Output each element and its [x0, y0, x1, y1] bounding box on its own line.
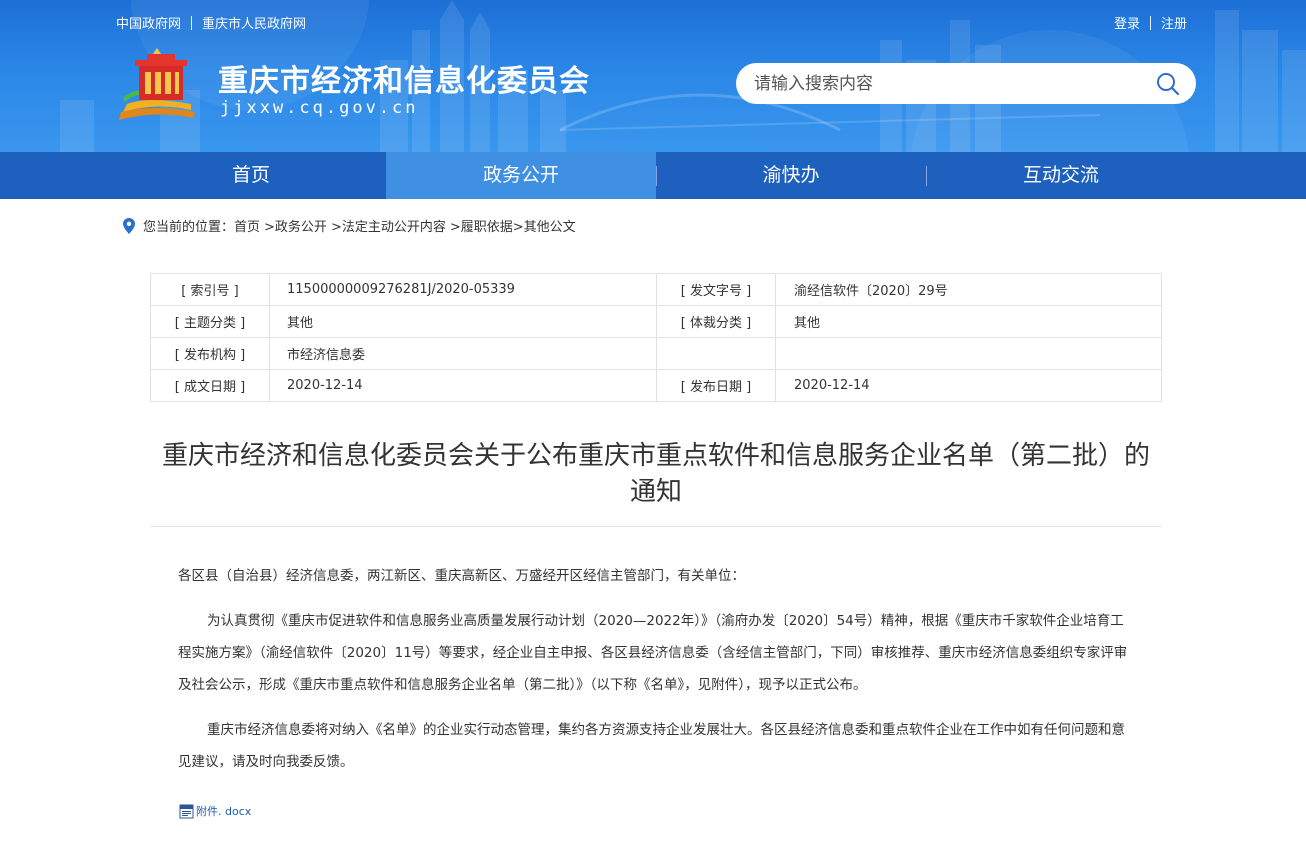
title-divider — [150, 526, 1162, 527]
table-row: [ 主题分类 ] 其他 [ 体裁分类 ] 其他 — [150, 305, 1162, 338]
site-logo[interactable] — [117, 46, 201, 120]
meta-value: 其他 — [269, 305, 657, 338]
breadcrumb-other-documents[interactable]: >其他公文 — [513, 216, 576, 235]
nav-item-home[interactable]: 首页 — [116, 152, 386, 199]
meta-value: 11500000009276281J/2020-05339 — [269, 273, 657, 306]
top-links: 中国政府网 重庆市人民政府网 — [116, 13, 306, 32]
search-input[interactable] — [754, 63, 1144, 104]
user-links: 登录 注册 — [1114, 13, 1187, 32]
site-header: 中国政府网 重庆市人民政府网 登录 注册 重庆市经济和信息化委员会 jjxxw.… — [0, 0, 1306, 152]
breadcrumb-prefix: 您当前的位置： — [143, 220, 235, 235]
document-title-line: 重庆市经济和信息化委员会关于公布重庆市重点软件和信息服务企业名单（第二批）的 — [161, 441, 1150, 471]
meta-label: [ 体裁分类 ] — [656, 305, 776, 338]
main-nav: 首页 政务公开 渝快办 互动交流 — [0, 152, 1306, 199]
meta-label: [ 发布机构 ] — [150, 337, 270, 370]
meta-value: 市经济信息委 — [269, 337, 657, 370]
nav-item-government-affairs[interactable]: 政务公开 — [386, 152, 656, 199]
meta-label — [656, 337, 776, 370]
meta-label: [ 发布日期 ] — [656, 369, 776, 402]
breadcrumb-home[interactable]: 首页 — [234, 216, 260, 235]
meta-value: 2020-12-14 — [269, 369, 657, 402]
meta-value: 渝经信软件〔2020〕29号 — [775, 273, 1162, 306]
table-row: [ 索引号 ] 11500000009276281J/2020-05339 [ … — [150, 273, 1162, 306]
site-name: 重庆市经济和信息化委员会 — [218, 64, 590, 99]
body-paragraph: 重庆市经济信息委将对纳入《名单》的企业实行动态管理，集约各方资源支持企业发展壮大… — [178, 722, 1125, 770]
table-row: [ 发布机构 ] 市经济信息委 — [150, 337, 1162, 370]
location-pin-icon — [123, 217, 135, 234]
salutation: 各区县（自治县）经济信息委，两江新区、重庆高新区、万盛经开区经信主管部门，有关单… — [178, 568, 745, 584]
site-domain: jjxxw.cq.gov.cn — [220, 98, 419, 118]
search-icon[interactable] — [1155, 71, 1181, 97]
meta-value: 2020-12-14 — [775, 369, 1162, 402]
document-title: 重庆市经济和信息化委员会关于公布重庆市重点软件和信息服务企业名单（第二批）的 通… — [140, 438, 1172, 510]
document-title-line: 通知 — [629, 477, 682, 507]
breadcrumb-statutory-disclosure[interactable]: >法定主动公开内容 — [331, 216, 446, 235]
meta-value — [775, 337, 1162, 370]
breadcrumb-government-affairs[interactable]: >政务公开 — [264, 216, 327, 235]
divider — [191, 15, 193, 30]
document-body: 各区县（自治县）经济信息委，两江新区、重庆高新区、万盛经开区经信主管部门，有关单… — [178, 560, 1133, 791]
body-paragraph: 为认真贯彻《重庆市促进软件和信息服务业高质量发展行动计划（2020—2022年）… — [178, 613, 1128, 693]
meta-label: [ 索引号 ] — [150, 273, 270, 306]
breadcrumb-duty-basis[interactable]: >履职依据 — [450, 216, 513, 235]
cq-gov-link[interactable]: 重庆市人民政府网 — [202, 13, 306, 32]
table-row: [ 成文日期 ] 2020-12-14 [ 发布日期 ] 2020-12-14 — [150, 369, 1162, 402]
login-link[interactable]: 登录 — [1114, 13, 1140, 32]
nav-item-yukuaiban[interactable]: 渝快办 — [656, 152, 926, 199]
divider — [1150, 15, 1152, 30]
register-link[interactable]: 注册 — [1161, 13, 1187, 32]
document-metadata-table: [ 索引号 ] 11500000009276281J/2020-05339 [ … — [150, 273, 1162, 402]
breadcrumb: 您当前的位置： 首页 >政务公开 >法定主动公开内容 >履职依据 >其他公文 — [123, 216, 576, 235]
meta-label: [ 成文日期 ] — [150, 369, 270, 402]
meta-label: [ 主题分类 ] — [150, 305, 270, 338]
meta-label: [ 发文字号 ] — [656, 273, 776, 306]
search-box — [736, 63, 1196, 104]
nav-item-interaction[interactable]: 互动交流 — [926, 152, 1196, 199]
meta-value: 其他 — [775, 305, 1162, 338]
gov-link[interactable]: 中国政府网 — [116, 13, 181, 32]
attachment-filename: 附件. docx — [196, 805, 252, 818]
attachment-link[interactable]: 附件. docx — [179, 803, 251, 819]
word-document-icon — [179, 804, 194, 818]
